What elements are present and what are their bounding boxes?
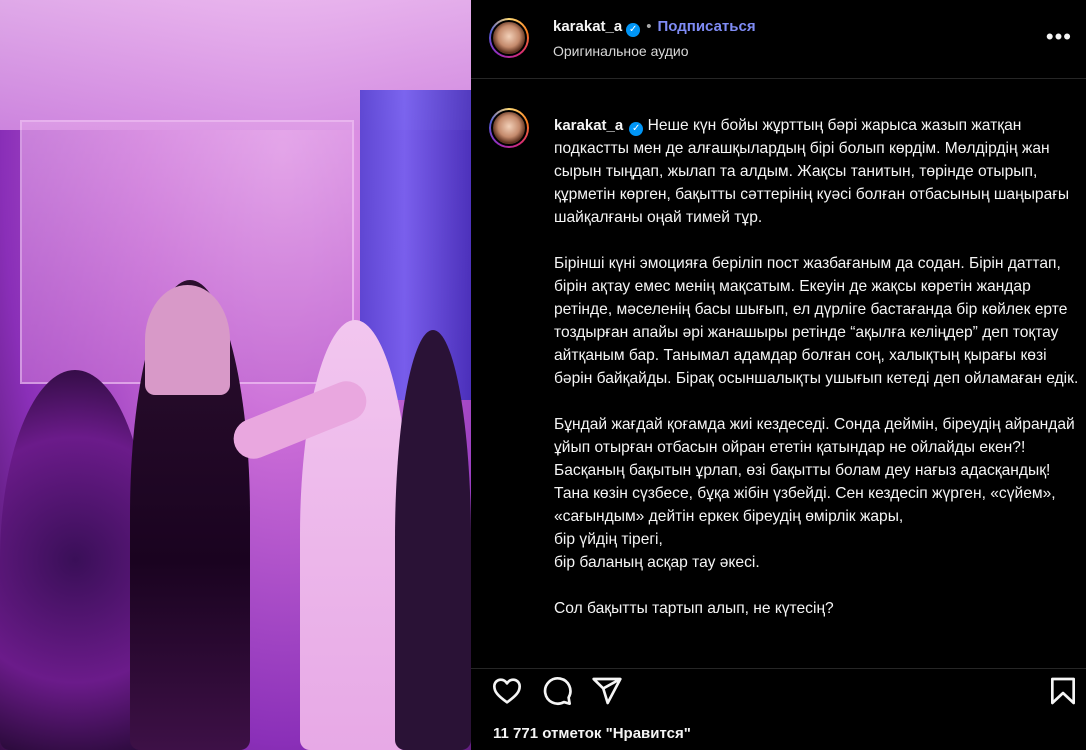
likes-count[interactable]: 11 771 отметок "Нравится"	[493, 725, 691, 742]
header-separator: •	[646, 18, 652, 35]
bookmark-icon[interactable]	[1047, 675, 1079, 707]
verified-badge-icon: ✓	[626, 23, 641, 37]
author-avatar[interactable]	[489, 18, 529, 58]
post-side-panel: karakat_a ✓ • Подписаться Оригинальное ауди…	[471, 0, 1086, 750]
heart-icon[interactable]	[491, 675, 523, 707]
post-media[interactable]	[0, 0, 471, 750]
media-person-left	[0, 370, 150, 750]
author-username[interactable]: karakat_a	[553, 18, 622, 35]
comment-icon[interactable]	[541, 675, 573, 707]
post-header: karakat_a ✓ • Подписаться Оригинальное ауди…	[471, 0, 1086, 79]
caption-author-avatar[interactable]	[489, 108, 529, 148]
media-person-center-face	[145, 285, 230, 395]
post-actions-bar	[471, 668, 1086, 713]
more-options-icon[interactable]: •••	[1046, 24, 1072, 50]
caption-body: karakat_a ✓ Неше күн бойы жұрттың бәрі жа…	[554, 114, 1079, 620]
original-audio-link[interactable]: Оригинальное аудио	[553, 43, 689, 59]
follow-button[interactable]: Подписаться	[658, 18, 756, 35]
share-icon[interactable]	[591, 675, 623, 707]
header-author-line: karakat_a ✓ • Подписаться	[553, 18, 756, 37]
verified-badge-icon: ✓	[629, 122, 644, 136]
media-person-far-right	[395, 330, 471, 750]
caption-text: Неше күн бойы жұрттың бәрі жарыса жазып …	[554, 117, 1079, 617]
caption-username[interactable]: karakat_a	[554, 117, 623, 134]
